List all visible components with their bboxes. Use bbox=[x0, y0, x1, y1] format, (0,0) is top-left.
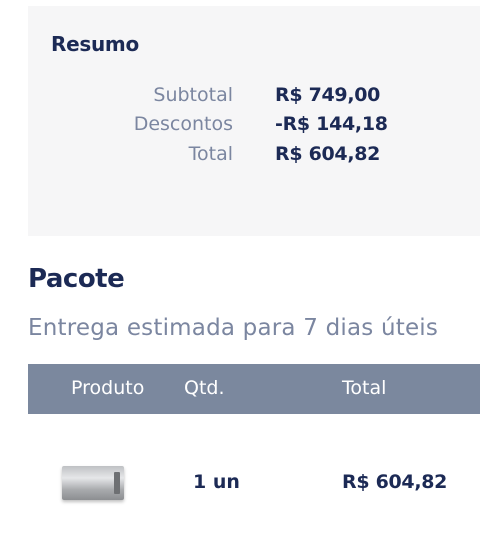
total-label: Total bbox=[188, 143, 233, 165]
product-total: R$ 604,82 bbox=[342, 471, 448, 493]
product-image[interactable] bbox=[62, 466, 124, 500]
total-value: R$ 604,82 bbox=[275, 143, 381, 165]
summary-title: Resumo bbox=[51, 32, 139, 56]
discounts-label: Descontos bbox=[133, 113, 233, 135]
package-title: Pacote bbox=[28, 264, 125, 294]
column-header-qty: Qtd. bbox=[184, 377, 225, 399]
discounts-value: -R$ 144,18 bbox=[275, 113, 388, 135]
delivery-estimate: Entrega estimada para 7 dias úteis bbox=[28, 315, 439, 341]
subtotal-label: Subtotal bbox=[153, 84, 233, 106]
subtotal-value: R$ 749,00 bbox=[275, 84, 381, 106]
summary-row-subtotal: Subtotal R$ 749,00 bbox=[28, 84, 480, 114]
column-header-product: Produto bbox=[71, 377, 145, 399]
table-row: 1 un R$ 604,82 bbox=[28, 414, 480, 539]
column-header-total: Total bbox=[342, 377, 387, 399]
order-summary: Resumo Subtotal R$ 749,00 Descontos -R$ … bbox=[28, 6, 480, 236]
summary-row-discounts: Descontos -R$ 144,18 bbox=[28, 113, 480, 143]
product-quantity: 1 un bbox=[193, 471, 240, 493]
table-header: Produto Qtd. Total bbox=[28, 364, 480, 414]
summary-row-total: Total R$ 604,82 bbox=[28, 143, 480, 173]
